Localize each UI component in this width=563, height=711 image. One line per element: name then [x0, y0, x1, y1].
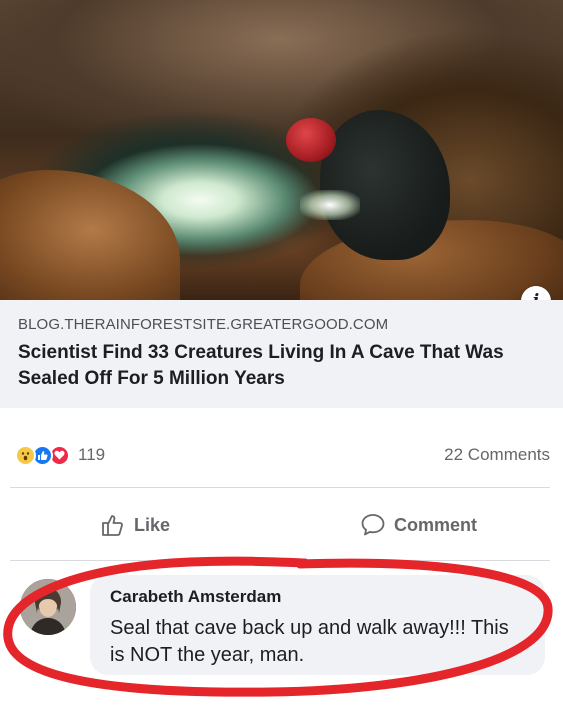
like-button[interactable]: Like: [100, 505, 170, 545]
reactions-summary: 119 22 Comments: [15, 440, 550, 470]
diver-figure: [320, 110, 450, 260]
comment-text: Seal that cave back up and walk away!!! …: [110, 617, 509, 666]
cave-rock-left: [0, 170, 180, 300]
avatar[interactable]: [20, 579, 76, 635]
divider: [10, 487, 550, 488]
like-label: Like: [134, 514, 171, 535]
comment-button[interactable]: Comment: [360, 505, 477, 545]
post-actions: Like Comment: [0, 505, 563, 545]
wow-icon: [15, 444, 36, 466]
divider: [10, 560, 550, 561]
reaction-count[interactable]: 119: [78, 445, 105, 465]
link-domain: BLOG.THERAINFORESTSITE.GREATERGOOD.COM: [18, 316, 389, 333]
reactions-left[interactable]: 119: [15, 444, 105, 466]
flashlight-glow: [300, 190, 360, 220]
comment-label: Comment: [394, 514, 478, 535]
link-preview[interactable]: BLOG.THERAINFORESTSITE.GREATERGOOD.COM S…: [0, 300, 563, 408]
comments-count[interactable]: 22 Comments: [444, 445, 550, 465]
post-link-image[interactable]: [0, 0, 563, 300]
comment-bubble: Carabeth Amsterdam Seal that cave back u…: [90, 575, 545, 675]
thumbs-up-icon: [102, 515, 123, 536]
speech-bubble-icon: [361, 514, 385, 536]
link-headline[interactable]: Scientist Find 33 Creatures Living In A …: [18, 340, 545, 392]
comment: Carabeth Amsterdam Seal that cave back u…: [20, 575, 555, 685]
commenter-name[interactable]: Carabeth Amsterdam: [110, 587, 525, 607]
diver-helmet: [286, 118, 336, 162]
